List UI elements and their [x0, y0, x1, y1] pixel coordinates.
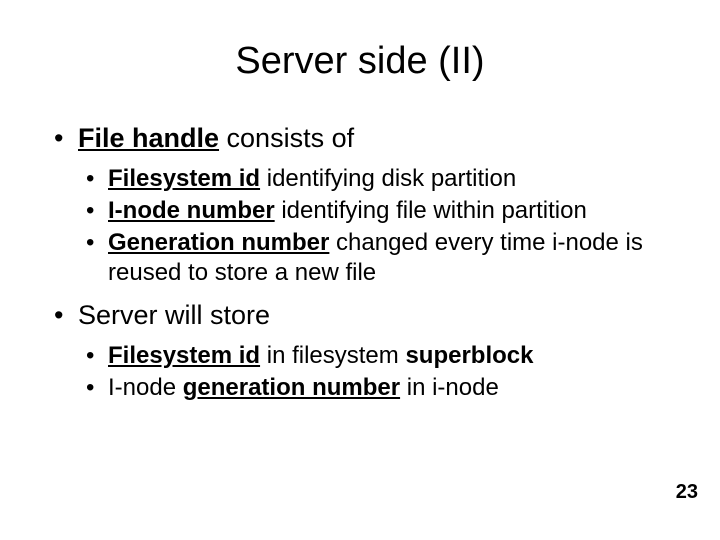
bullet-list: File handle consists of Filesystem id id… — [50, 123, 670, 403]
sub-bullet-tail: superblock — [405, 342, 533, 369]
sub-bullet-item: Generation number changed every time i-n… — [78, 228, 670, 288]
sub-bullet-term: Filesystem id — [108, 165, 260, 192]
bullet-term: File handle — [78, 123, 219, 153]
sub-bullet-text: in i-node — [400, 374, 499, 401]
sub-bullet-list: Filesystem id in filesystem superblock I… — [78, 341, 670, 403]
sub-bullet-term: Generation number — [108, 229, 329, 256]
sub-bullet-item: Filesystem id identifying disk partition — [78, 164, 670, 194]
sub-bullet-text: identifying file within partition — [275, 197, 587, 224]
sub-bullet-item: Filesystem id in filesystem superblock — [78, 341, 670, 371]
slide-title: Server side (II) — [50, 40, 670, 83]
sub-bullet-term: Filesystem id — [108, 342, 260, 369]
sub-bullet-term: generation number — [183, 374, 400, 401]
bullet-text: Server will store — [78, 300, 270, 330]
sub-bullet-item: I-node generation number in i-node — [78, 373, 670, 403]
sub-bullet-item: I-node number identifying file within pa… — [78, 196, 670, 226]
sub-bullet-text: identifying disk partition — [260, 165, 516, 192]
bullet-text: consists of — [219, 123, 354, 153]
sub-bullet-pre: I-node — [108, 374, 183, 401]
sub-bullet-list: Filesystem id identifying disk partition… — [78, 164, 670, 288]
slide: Server side (II) File handle consists of… — [0, 0, 720, 540]
bullet-item: File handle consists of Filesystem id id… — [50, 123, 670, 288]
sub-bullet-term: I-node number — [108, 197, 275, 224]
bullet-item: Server will store Filesystem id in files… — [50, 300, 670, 403]
sub-bullet-text: in filesystem — [260, 342, 405, 369]
page-number: 23 — [676, 481, 698, 504]
